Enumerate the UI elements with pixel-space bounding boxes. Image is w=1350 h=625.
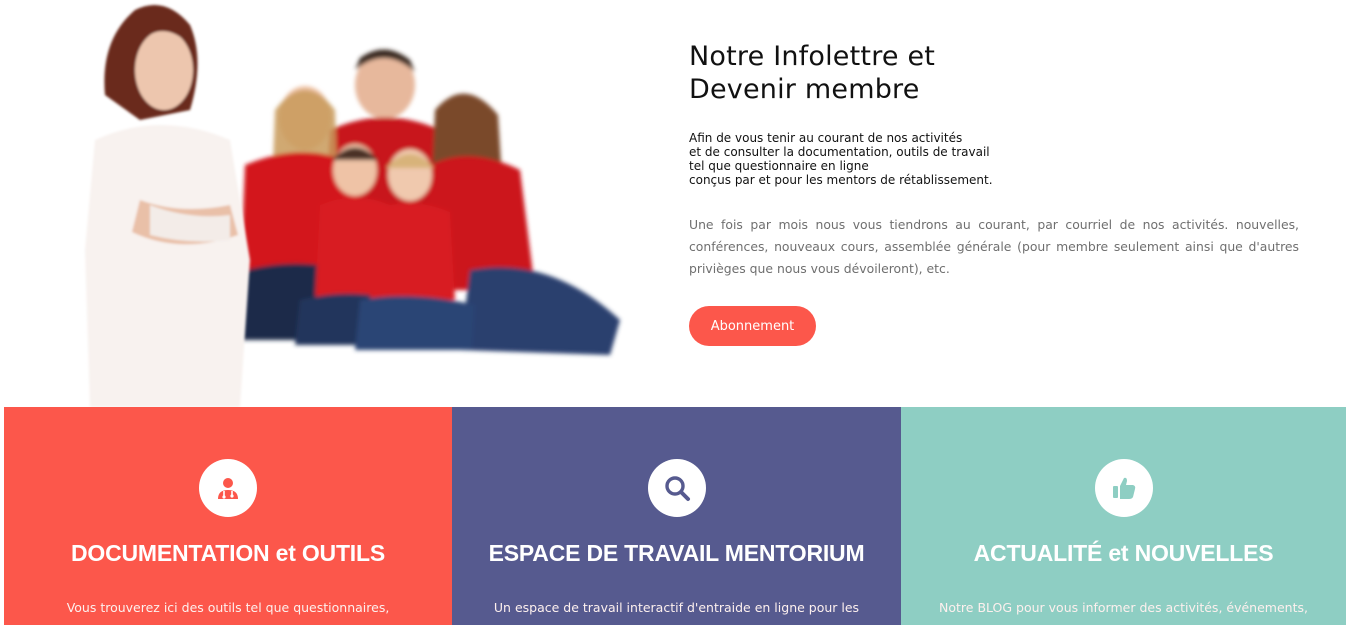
intro-line: conçus par et pour les mentors de rétabl…: [689, 173, 993, 187]
card-title: ESPACE DE TRAVAIL MENTORIUM: [488, 540, 865, 566]
newsletter-title: Notre Infolettre et Devenir membre: [689, 40, 1304, 106]
card-description: Vous trouverez ici des outils tel que qu…: [66, 600, 390, 615]
intro-line: et de consulter la documentation, outils…: [689, 145, 990, 159]
card-workspace[interactable]: ESPACE DE TRAVAIL MENTORIUM Un espace de…: [452, 407, 901, 625]
newsletter-hero: Notre Infolettre et Devenir membre Afin …: [0, 0, 1350, 407]
card-description: Un espace de travail interactif d'entrai…: [493, 600, 860, 615]
search-icon: [664, 476, 690, 501]
family-and-nurse-photo: [85, 5, 620, 407]
intro-line: Afin de vous tenir au courant de nos act…: [689, 131, 963, 145]
subscribe-button[interactable]: Abonnement: [689, 306, 816, 346]
card-icon-badge: [647, 459, 706, 517]
thumbs-up-icon: [1112, 477, 1135, 499]
card-title: ACTUALITÉ et NOUVELLES: [973, 540, 1274, 566]
newsletter-body: Une fois par mois nous vous tiendrons au…: [689, 217, 1299, 276]
newsletter-section: Notre Infolettre et Devenir membre Afin …: [689, 40, 1304, 346]
card-description: Notre BLOG pour vous informer des activi…: [939, 600, 1308, 615]
card-icon-badge: [1094, 459, 1153, 517]
intro-line: tel que questionnaire en ligne: [689, 159, 869, 173]
card-title: DOCUMENTATION et OUTILS: [71, 540, 385, 566]
doctor-icon: [218, 478, 238, 499]
card-documentation[interactable]: DOCUMENTATION et OUTILS Vous trouverez i…: [4, 407, 452, 625]
card-news[interactable]: ACTUALITÉ et NOUVELLES Notre BLOG pour v…: [901, 407, 1346, 625]
newsletter-intro: Afin de vous tenir au courant de nos act…: [689, 131, 1304, 187]
newsletter-title-line2: Devenir membre: [689, 74, 920, 105]
card-icon-badge: [199, 459, 257, 517]
newsletter-title-line1: Notre Infolettre et: [689, 41, 936, 72]
feature-cards: DOCUMENTATION et OUTILS Vous trouverez i…: [4, 407, 1346, 625]
